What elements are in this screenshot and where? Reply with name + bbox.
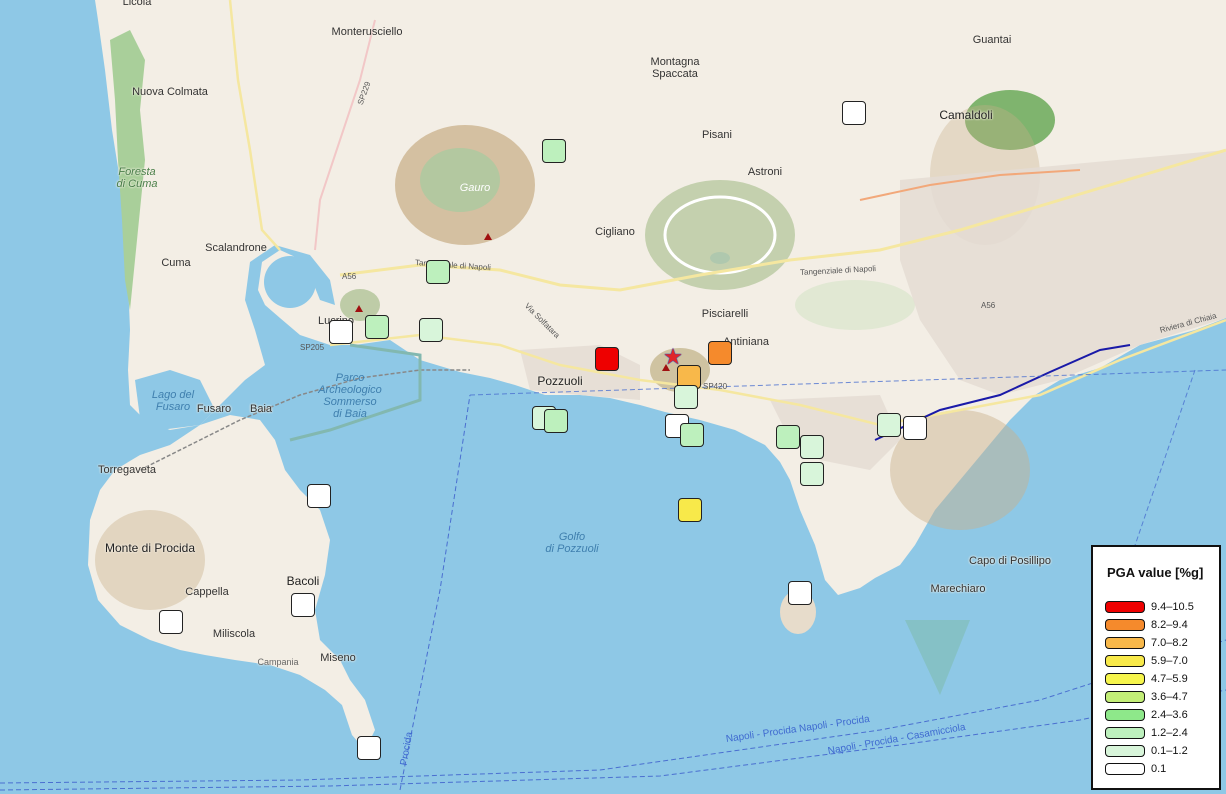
label-licola: Licola	[122, 0, 152, 8]
station-marker[interactable]	[776, 425, 800, 449]
road-label-a56-1: A56	[342, 272, 357, 281]
legend-swatch	[1105, 655, 1145, 667]
label-astroni: Astroni	[747, 166, 783, 178]
legend-label: 1.2–2.4	[1151, 727, 1188, 739]
label-miseno: Miseno	[320, 652, 356, 664]
label-golfo-pozzuoli: Golfo di Pozzuoli	[545, 531, 599, 555]
legend-label: 8.2–9.4	[1151, 619, 1188, 631]
legend-label: 7.0–8.2	[1151, 637, 1188, 649]
station-marker[interactable]	[678, 498, 702, 522]
station-marker[interactable]	[842, 101, 866, 125]
legend-label: 9.4–10.5	[1151, 601, 1194, 613]
label-pisani: Pisani	[702, 129, 732, 141]
legend-swatch	[1105, 727, 1145, 739]
legend-swatch	[1105, 691, 1145, 703]
legend-swatch	[1105, 709, 1145, 721]
label-cuma: Cuma	[161, 257, 191, 269]
station-marker[interactable]	[800, 462, 824, 486]
station-marker[interactable]	[357, 736, 381, 760]
station-marker[interactable]	[877, 413, 901, 437]
label-pisciarelli: Pisciarelli	[701, 308, 749, 320]
legend-swatch	[1105, 763, 1145, 775]
lago-lucrino	[264, 256, 316, 308]
label-monterusciello: Monterusciello	[331, 26, 403, 38]
road-label-sp205: SP205	[300, 343, 325, 352]
label-monte-di-procida: Monte di Procida	[104, 541, 196, 555]
label-capo-posillipo: Capo di Posillipo	[969, 555, 1051, 567]
station-marker[interactable]	[329, 320, 353, 344]
label-cappella: Cappella	[185, 586, 229, 598]
epicenter-star-icon: ★	[663, 344, 683, 369]
station-marker[interactable]	[159, 610, 183, 634]
station-marker[interactable]	[426, 260, 450, 284]
label-gauro: Gauro	[459, 182, 491, 194]
label-nuova-colmata: Nuova Colmata	[132, 86, 208, 98]
label-campania: Campania	[257, 657, 299, 667]
map[interactable]: Licola Monterusciello Nuova Colmata Mont…	[0, 0, 1226, 794]
legend-swatch	[1105, 673, 1145, 685]
legend-label: 4.7–5.9	[1151, 673, 1188, 685]
label-lago-fusaro: Lago del Fusaro	[151, 389, 195, 413]
station-marker[interactable]	[291, 593, 315, 617]
legend-label: 5.9–7.0	[1151, 655, 1188, 667]
station-marker[interactable]	[674, 385, 698, 409]
station-marker[interactable]	[542, 139, 566, 163]
station-marker[interactable]	[544, 409, 568, 433]
legend-swatch	[1105, 601, 1145, 613]
label-guantai: Guantai	[972, 34, 1012, 46]
agnano-plain	[795, 280, 915, 330]
station-marker[interactable]	[903, 416, 927, 440]
label-torregaveta: Torregaveta	[97, 464, 157, 476]
label-bacoli: Bacoli	[286, 574, 320, 588]
label-camaldoli: Camaldoli	[939, 108, 993, 122]
station-marker[interactable]	[307, 484, 331, 508]
road-label-sp420: SP420	[703, 382, 728, 391]
label-baia: Baia	[249, 403, 273, 415]
label-montagna-spaccata: Montagna Spaccata	[650, 56, 700, 80]
label-pozzuoli: Pozzuoli	[537, 374, 583, 388]
station-marker[interactable]	[419, 318, 443, 342]
legend-swatch	[1105, 745, 1145, 757]
label-scalandrone: Scalandrone	[205, 242, 267, 254]
label-marechiaro: Marechiaro	[930, 583, 986, 595]
legend-label: 2.4–3.6	[1151, 709, 1188, 721]
legend-swatch	[1105, 637, 1145, 649]
legend: PGA value [%g] 9.4–10.5 8.2–9.4 7.0–8.2 …	[1091, 545, 1221, 790]
station-marker[interactable]	[595, 347, 619, 371]
label-parco-archeologico: Parco Archeologico Sommerso di Baia	[318, 372, 382, 420]
station-marker[interactable]	[708, 341, 732, 365]
legend-swatch	[1105, 619, 1145, 631]
label-fusaro: Fusaro	[196, 403, 232, 415]
station-marker[interactable]	[680, 423, 704, 447]
station-marker[interactable]	[800, 435, 824, 459]
legend-label: 0.1	[1151, 763, 1167, 775]
legend-label: 0.1–1.2	[1151, 745, 1188, 757]
station-marker[interactable]	[365, 315, 389, 339]
label-miliscola: Miliscola	[212, 628, 256, 640]
legend-label: 3.6–4.7	[1151, 691, 1188, 703]
label-foresta-cuma: Foresta di Cuma	[116, 166, 158, 190]
gauro-inner	[420, 148, 500, 212]
road-label-a56-2: A56	[981, 301, 996, 310]
label-cigliano: Cigliano	[595, 226, 635, 238]
station-marker[interactable]	[788, 581, 812, 605]
legend-title: PGA value [%g]	[1107, 565, 1204, 580]
